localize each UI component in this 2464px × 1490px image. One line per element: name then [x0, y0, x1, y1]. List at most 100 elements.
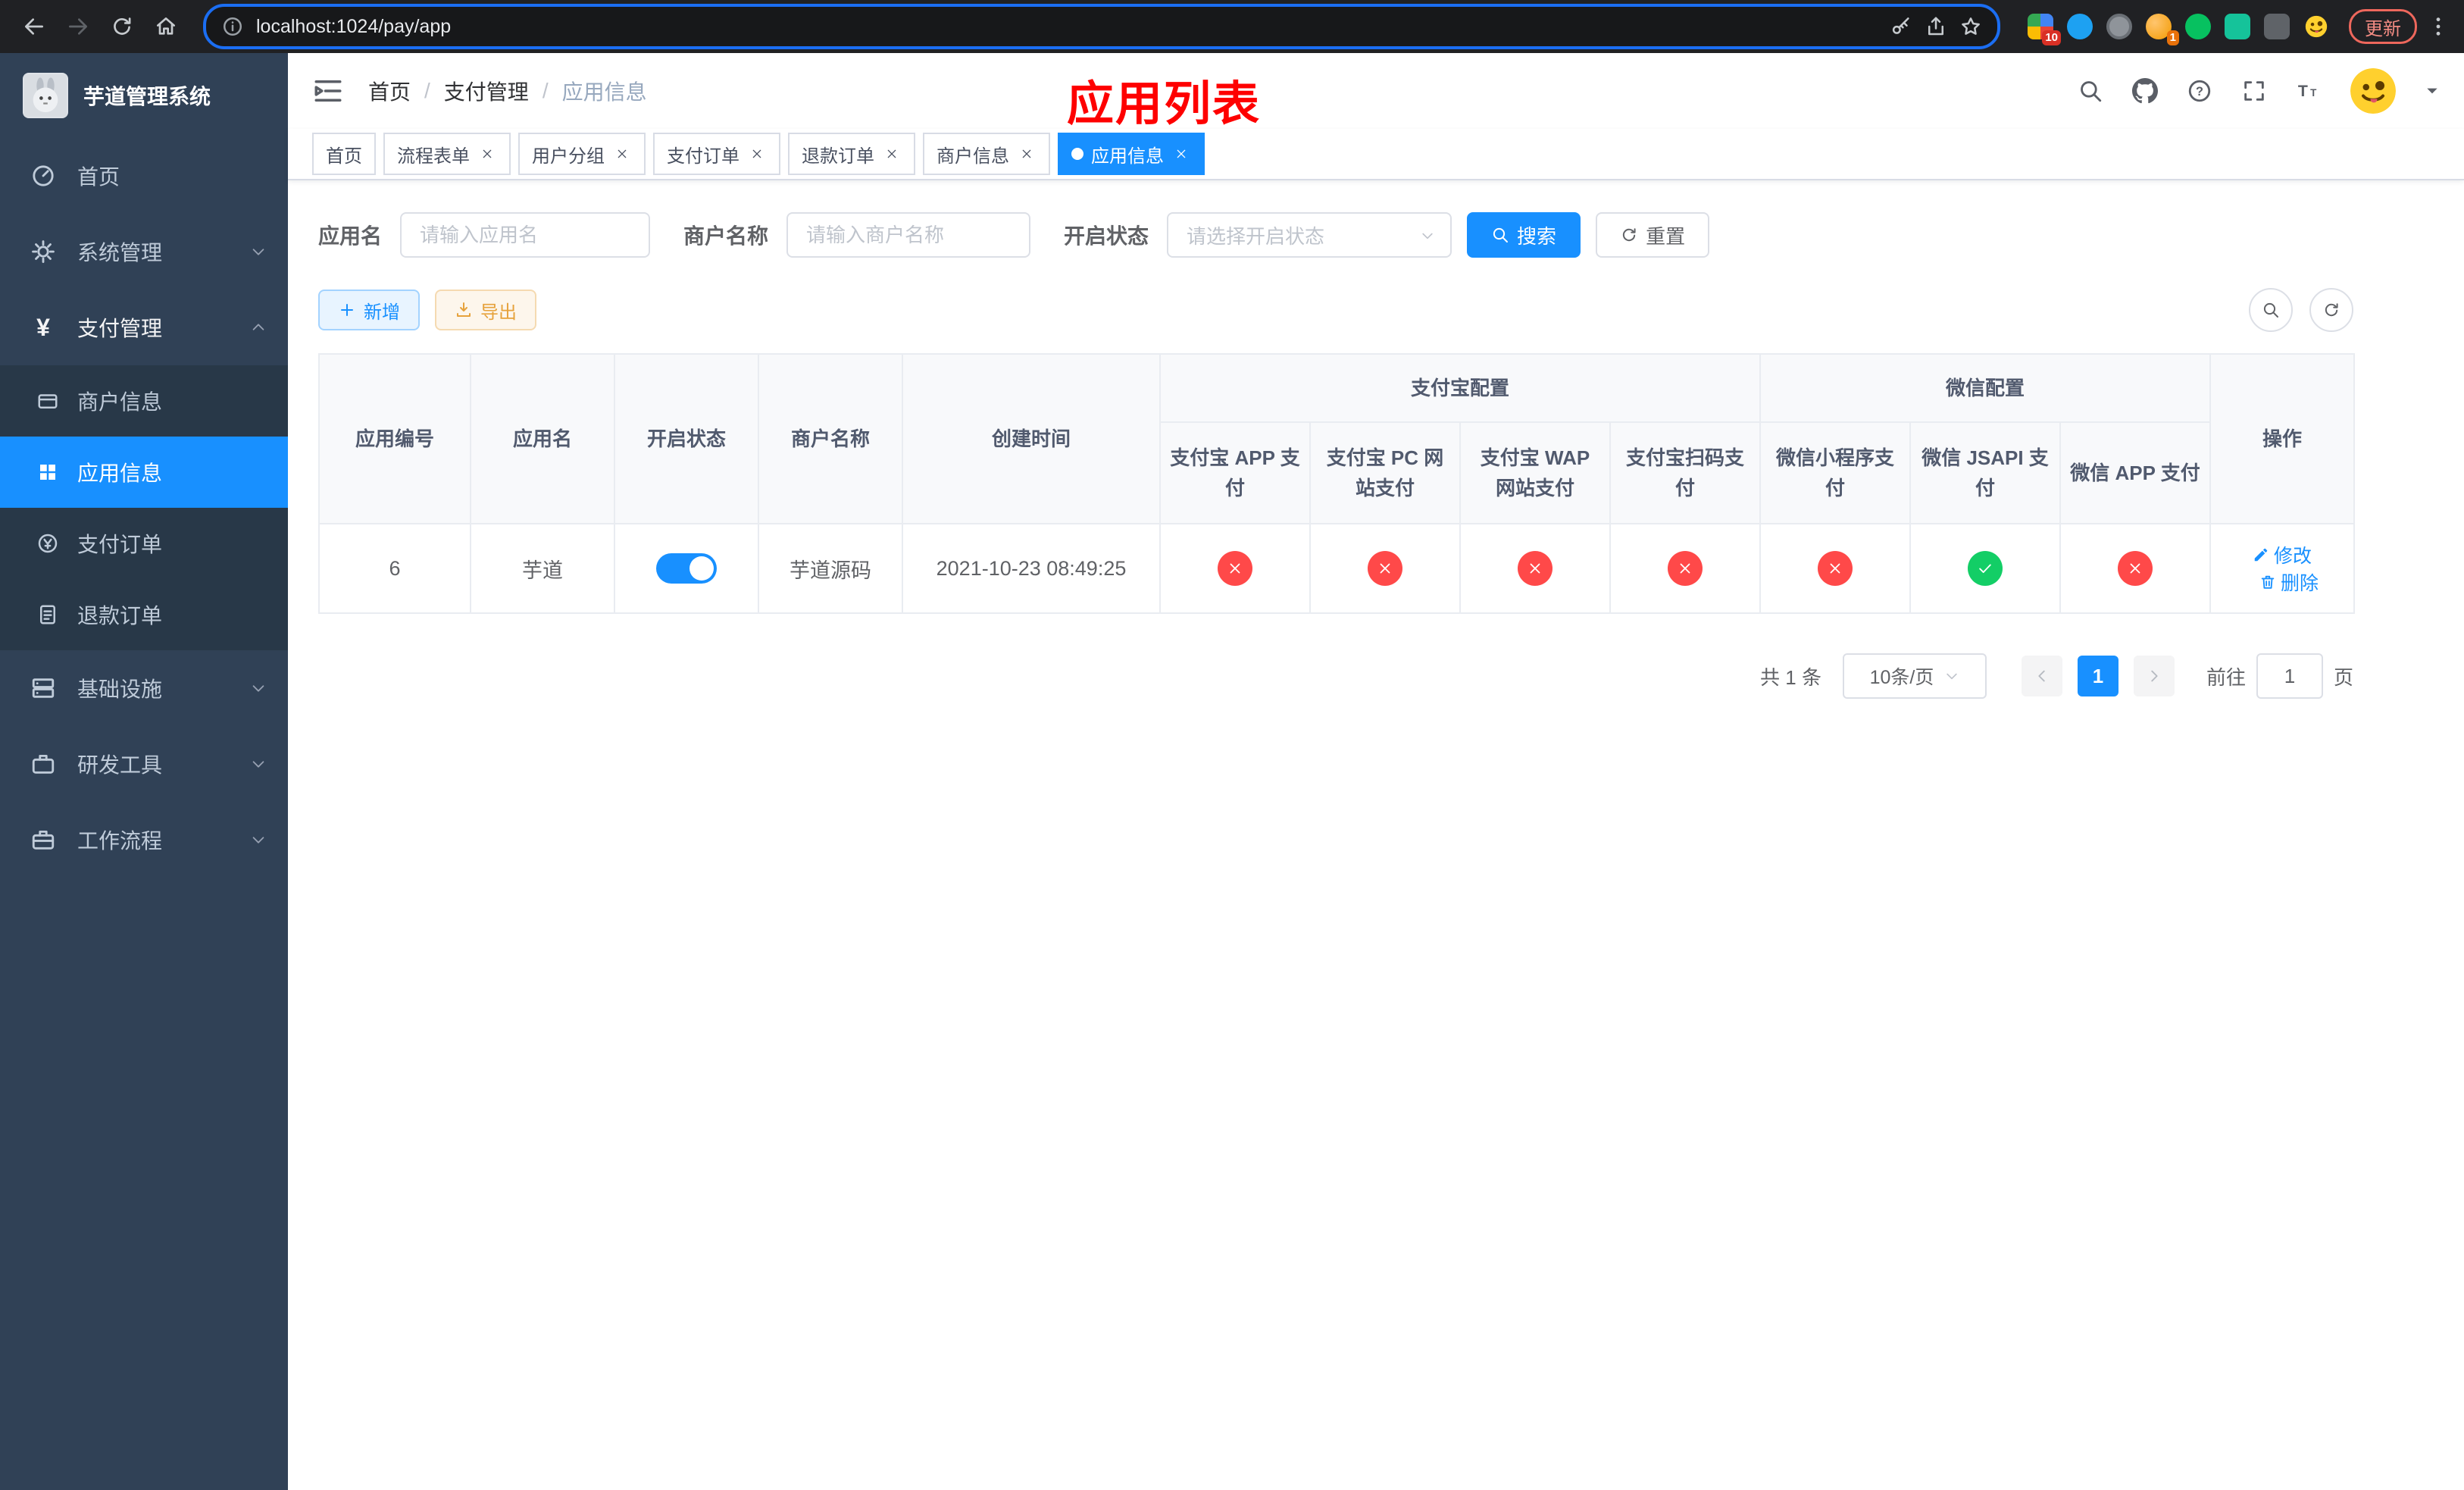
tab-home[interactable]: 首页 — [312, 133, 376, 175]
col-group-wechat: 微信配置 — [1759, 353, 2212, 423]
extensions-row: 10 1 — [2028, 14, 2329, 45]
sidebar-item-devtools[interactable]: 研发工具 — [0, 726, 288, 802]
home-icon[interactable] — [144, 5, 188, 49]
export-button[interactable]: 导出 — [435, 290, 536, 330]
browser-window: localhost:1024/pay/app 10 1 更新 芋道管理系统 首页… — [0, 0, 2464, 1490]
app-logo[interactable]: 芋道管理系统 — [0, 53, 288, 138]
svg-text:T: T — [2298, 82, 2308, 100]
next-page-button[interactable] — [2133, 656, 2175, 696]
current-page-button[interactable]: 1 — [2077, 656, 2118, 696]
wx-app-disabled-icon — [2118, 551, 2153, 586]
alipay-pc-disabled-icon — [1368, 551, 1402, 586]
sidebar-item-merchant-info[interactable]: 商户信息 — [0, 365, 288, 437]
extension-icon[interactable] — [2303, 14, 2329, 39]
extension-badge: 1 — [2166, 30, 2179, 45]
back-icon[interactable] — [12, 5, 56, 49]
reset-button[interactable]: 重置 — [1596, 212, 1710, 258]
font-size-icon[interactable]: TT — [2296, 78, 2322, 104]
help-icon[interactable]: ? — [2187, 78, 2212, 104]
user-avatar[interactable] — [2350, 68, 2396, 114]
address-bar[interactable]: localhost:1024/pay/app — [203, 4, 2000, 49]
col-status: 开启状态 — [614, 353, 759, 524]
dashboard-icon — [30, 163, 56, 189]
table-row: 6 芋道 芋道源码 2021-10-23 08:49:25 修改 删除 — [318, 523, 2356, 614]
app-title: 芋道管理系统 — [83, 85, 211, 108]
sidebar-item-workflow[interactable]: 工作流程 — [0, 802, 288, 878]
delete-link[interactable]: 删除 — [2259, 568, 2319, 596]
chevron-down-icon — [1944, 668, 1959, 684]
logo-avatar — [23, 73, 68, 118]
close-icon[interactable] — [612, 144, 632, 164]
refresh-button[interactable] — [2309, 288, 2353, 332]
cell-merchant: 芋道源码 — [758, 523, 903, 614]
app-name-input[interactable] — [400, 212, 651, 258]
alipay-app-disabled-icon — [1218, 551, 1252, 586]
search-button[interactable]: 搜索 — [1467, 212, 1581, 258]
tab-process-form[interactable]: 流程表单 — [383, 133, 511, 175]
close-icon[interactable] — [1171, 144, 1191, 164]
extension-icon[interactable] — [2185, 14, 2211, 39]
app-name-label: 应用名 — [318, 224, 383, 248]
tab-refund-order[interactable]: 退款订单 — [788, 133, 915, 175]
merchant-name-label: 商户名称 — [683, 224, 769, 248]
bookmark-star-icon[interactable] — [1959, 15, 1982, 38]
sidebar-item-infra[interactable]: 基础设施 — [0, 650, 288, 726]
toggle-search-button[interactable] — [2249, 288, 2293, 332]
close-icon[interactable] — [477, 144, 497, 164]
extension-icon[interactable] — [2106, 14, 2132, 39]
sidebar-item-payment[interactable]: ¥ 支付管理 — [0, 290, 288, 365]
close-icon[interactable] — [747, 144, 767, 164]
col-wx-jsapi: 微信 JSAPI 支付 — [1909, 421, 2062, 524]
svg-text:T: T — [2310, 87, 2317, 99]
sidebar-item-pay-order[interactable]: 支付订单 — [0, 508, 288, 579]
reload-icon[interactable] — [100, 5, 144, 49]
close-icon[interactable] — [882, 144, 902, 164]
extension-icon[interactable] — [2225, 14, 2250, 39]
svg-text:?: ? — [2196, 85, 2203, 99]
breadcrumb-home[interactable]: 首页 — [368, 76, 411, 106]
wx-jsapi-enabled-icon — [1968, 551, 2003, 586]
add-button[interactable]: 新增 — [318, 290, 420, 330]
prev-page-button[interactable] — [2021, 656, 2062, 696]
sidebar-item-system[interactable]: 系统管理 — [0, 214, 288, 290]
status-select[interactable]: 请选择开启状态 — [1167, 212, 1452, 258]
browser-update-button[interactable]: 更新 — [2349, 9, 2417, 44]
table-toolbar: 新增 导出 — [318, 288, 2353, 332]
merchant-name-input[interactable] — [786, 212, 1031, 258]
goto-page-input[interactable] — [2256, 653, 2323, 699]
github-icon[interactable] — [2132, 78, 2158, 104]
tab-user-group[interactable]: 用户分组 — [518, 133, 646, 175]
page-size-select[interactable]: 10条/页 — [1842, 653, 1987, 699]
app-table: 应用编号 应用名 开启状态 商户名称 创建时间 支付宝配置 微信配置 操作 支付… — [318, 353, 2356, 614]
sidebar-item-home[interactable]: 首页 — [0, 138, 288, 214]
status-toggle[interactable] — [656, 553, 717, 584]
extension-icon[interactable] — [2264, 14, 2290, 39]
site-info-icon[interactable] — [221, 15, 244, 38]
search-icon[interactable] — [2078, 78, 2103, 104]
sidebar-item-app-info[interactable]: 应用信息 — [0, 437, 288, 508]
caret-down-icon[interactable] — [2425, 83, 2440, 99]
tab-app-info[interactable]: 应用信息 — [1058, 133, 1205, 175]
collapse-menu-icon[interactable] — [312, 75, 344, 107]
col-alipay-app: 支付宝 APP 支付 — [1159, 421, 1311, 524]
col-app-id: 应用编号 — [318, 353, 471, 524]
fullscreen-icon[interactable] — [2241, 78, 2267, 104]
payment-submenu: 商户信息 应用信息 支付订单 退款订单 — [0, 365, 288, 650]
edit-link[interactable]: 修改 — [2253, 541, 2312, 568]
extension-badge: 10 — [2042, 30, 2061, 45]
extension-icon[interactable]: 1 — [2146, 14, 2179, 45]
col-alipay-wap: 支付宝 WAP 网站支付 — [1459, 421, 1611, 524]
extension-icon[interactable] — [2067, 14, 2093, 39]
close-icon[interactable] — [1017, 144, 1037, 164]
browser-menu-icon[interactable] — [2425, 14, 2452, 39]
alipay-qr-disabled-icon — [1668, 551, 1703, 586]
breadcrumb-payment[interactable]: 支付管理 — [444, 76, 529, 106]
tab-pay-order[interactable]: 支付订单 — [653, 133, 780, 175]
tab-merchant-info[interactable]: 商户信息 — [923, 133, 1050, 175]
password-key-icon[interactable] — [1890, 15, 1912, 38]
extension-icon[interactable]: 10 — [2028, 14, 2061, 45]
forward-icon[interactable] — [56, 5, 100, 49]
share-icon[interactable] — [1925, 15, 1947, 38]
url-text[interactable]: localhost:1024/pay/app — [256, 16, 1878, 38]
sidebar-item-refund-order[interactable]: 退款订单 — [0, 579, 288, 650]
